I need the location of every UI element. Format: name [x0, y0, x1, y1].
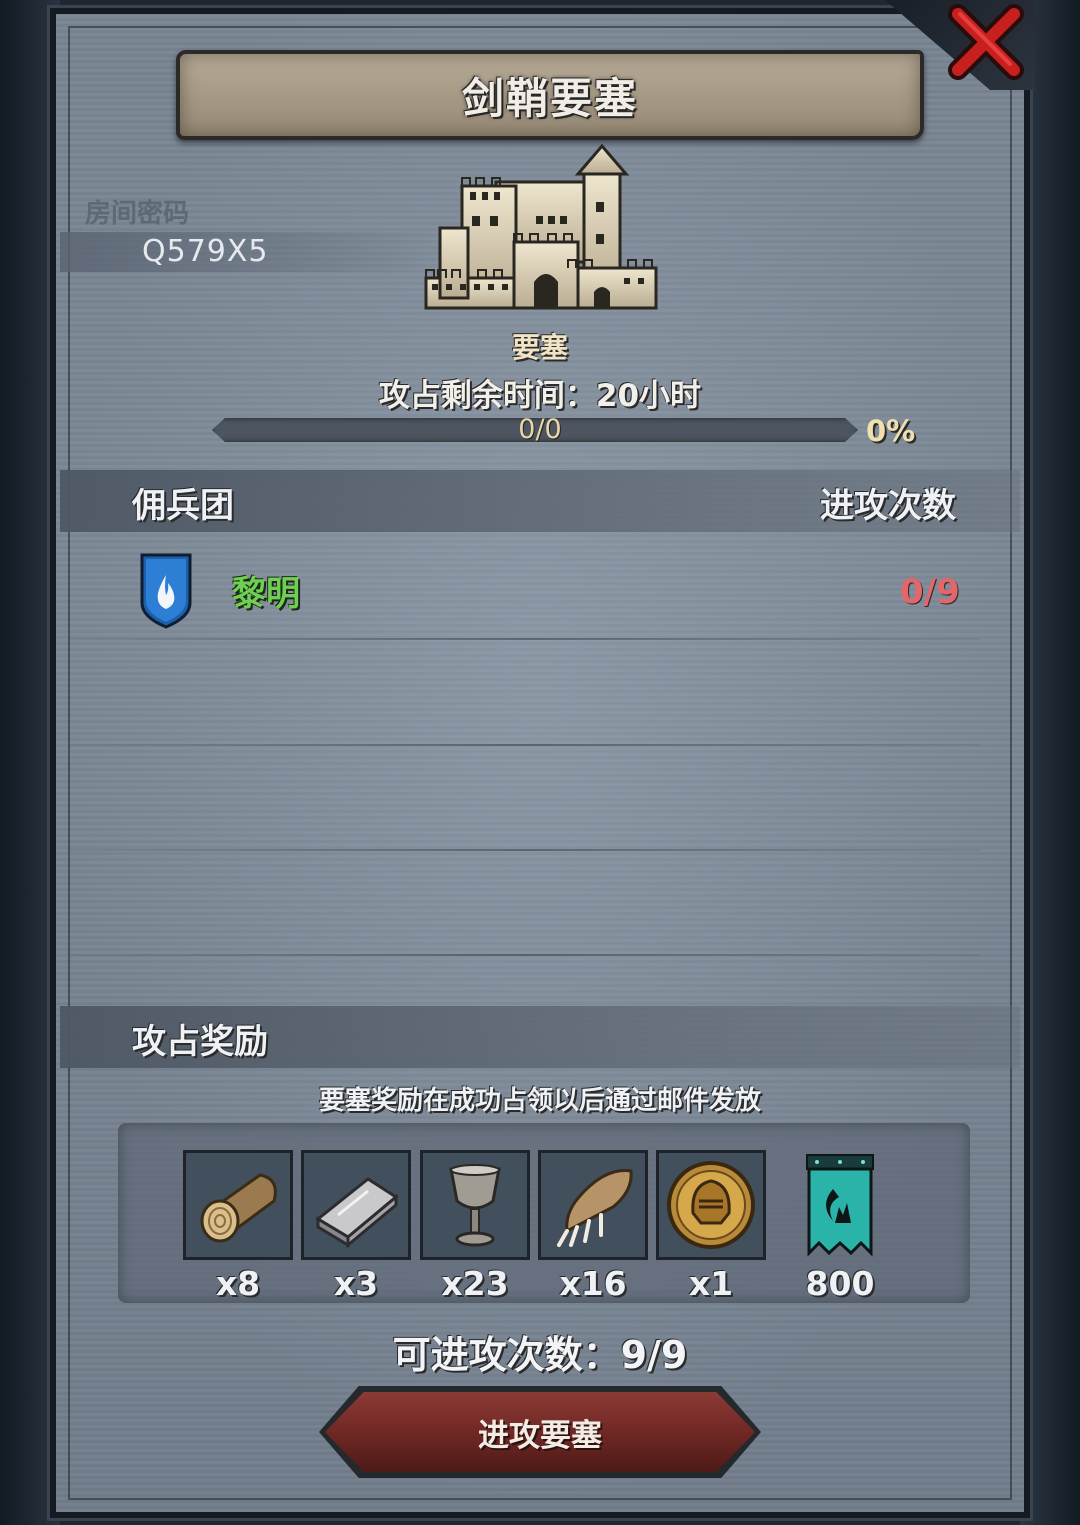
reward-mail-note: 要塞奖励在成功占领以后通过邮件发放 [318, 1086, 761, 1116]
row-divider [70, 954, 980, 956]
reward-item-wood[interactable]: x8 [183, 1150, 293, 1303]
row-divider [70, 849, 980, 851]
remaining-time-text: 攻占剩余时间：20小时 [378, 378, 702, 414]
guild-emblem [140, 553, 192, 629]
reward-count: x23 [441, 1264, 509, 1303]
beast-claw-icon [557, 1169, 633, 1247]
attack-count-header-label: 进攻次数 [820, 486, 956, 526]
reward-count: x16 [559, 1264, 627, 1303]
room-password-label: 房间密码 [85, 199, 190, 229]
goblet-icon [449, 1164, 501, 1247]
guild-banner-icon [806, 1154, 874, 1257]
attack-fortress-button[interactable]: 进攻要塞 [325, 1392, 755, 1472]
castle-icon [424, 143, 658, 310]
knight-helmet-coin-icon [667, 1161, 755, 1249]
reward-item-goblet[interactable]: x23 [420, 1150, 530, 1303]
reward-item-guild-banner[interactable]: 800 [785, 1150, 895, 1303]
close-button[interactable] [948, 4, 1024, 80]
row-divider [70, 638, 980, 640]
rewards-header-label: 攻占奖励 [132, 1022, 268, 1062]
fire-shield-icon [140, 553, 192, 629]
reward-count: x1 [688, 1264, 734, 1303]
guild-header-label: 佣兵团 [132, 486, 234, 526]
title-banner: 剑鞘要塞 [176, 50, 924, 140]
wood-log-icon [200, 1173, 277, 1243]
page-title: 剑鞘要塞 [461, 73, 638, 123]
reward-count: x8 [215, 1264, 261, 1303]
reward-item-claw[interactable]: x16 [538, 1150, 648, 1303]
reward-count: 800 [805, 1264, 875, 1303]
guild-attack-count: 0/9 [900, 572, 960, 612]
capture-progress-value: 0/0 [518, 414, 562, 445]
close-icon[interactable] [948, 4, 1024, 80]
reward-count: x3 [333, 1264, 379, 1303]
capture-progress-percent: 0% [866, 414, 916, 448]
room-password-code[interactable]: Q579X5 [142, 234, 269, 269]
guild-name: 黎明 [232, 574, 300, 614]
available-attacks-text: 可进攻次数：9/9 [392, 1333, 688, 1377]
iron-ingot-icon [315, 1177, 399, 1249]
reward-item-iron[interactable]: x3 [301, 1150, 411, 1303]
reward-item-helmet-coin[interactable]: x1 [656, 1150, 766, 1303]
fortress-image [418, 142, 664, 318]
fortress-type-label: 要塞 [511, 331, 568, 364]
row-divider [70, 744, 980, 746]
attack-fortress-button-label: 进攻要塞 [478, 1417, 602, 1454]
